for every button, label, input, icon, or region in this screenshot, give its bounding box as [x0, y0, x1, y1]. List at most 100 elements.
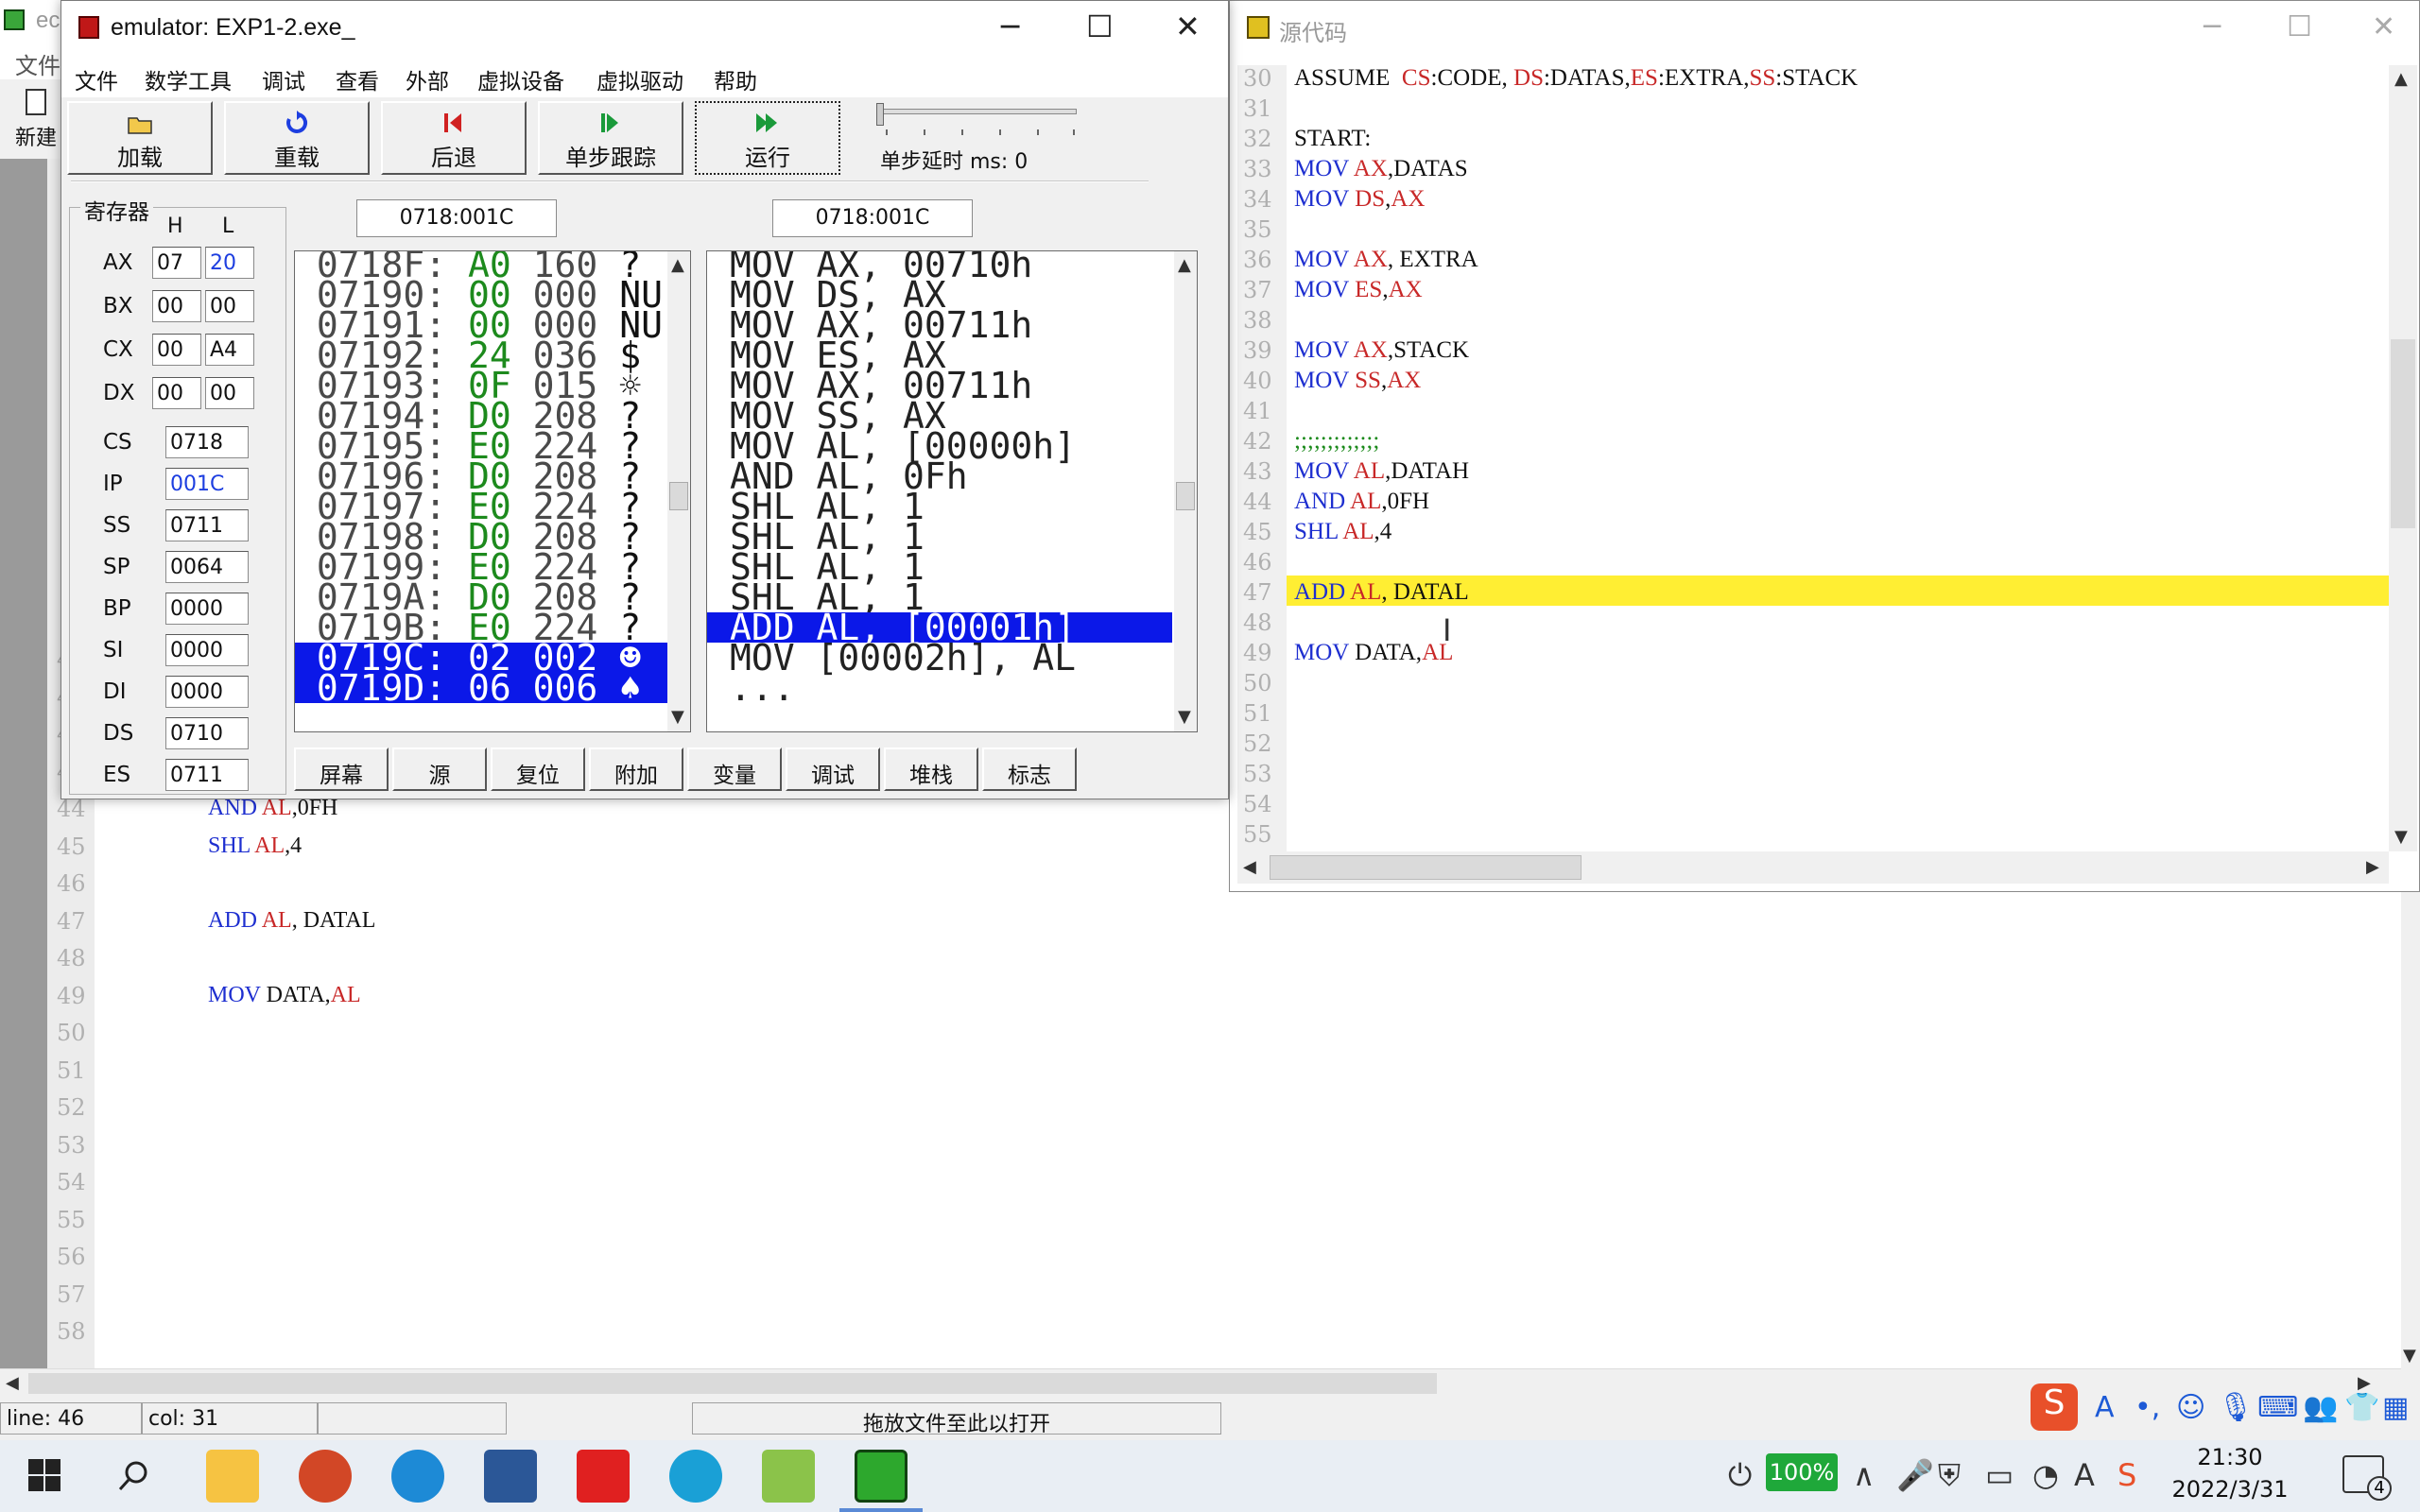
register-ip[interactable]: 001C	[165, 468, 249, 500]
scroll-down-arrow-icon[interactable]: ▼	[2394, 827, 2408, 847]
word-icon[interactable]	[484, 1450, 537, 1503]
memory-row[interactable]: 0719D: 06 006 ♠	[295, 670, 667, 706]
minimize-icon[interactable]: ─	[1001, 9, 1019, 44]
register-sp[interactable]: 0064	[165, 551, 249, 583]
register-si[interactable]: 0000	[165, 634, 249, 666]
power-plug-icon[interactable]: ⏻	[1728, 1457, 1752, 1494]
register-cx-low[interactable]: A4	[205, 334, 254, 366]
menu-view[interactable]: 查看	[336, 63, 379, 95]
register-cs[interactable]: 0718	[165, 426, 249, 458]
notepad-icon[interactable]	[762, 1450, 815, 1503]
disassembly-list[interactable]: MOV AX, 00710h MOV DS, AX MOV AX, 00711h MO…	[706, 250, 1198, 732]
source-button[interactable]: 源	[392, 747, 487, 791]
menu-external[interactable]: 外部	[406, 63, 449, 95]
battery-icon[interactable]: ▭	[1985, 1457, 2014, 1493]
source-title-bar[interactable]	[1230, 1, 2419, 58]
load-button[interactable]: 加载	[67, 101, 213, 175]
microphone-icon[interactable]: 🎤	[1896, 1457, 1934, 1493]
run-button[interactable]: 运行	[695, 101, 840, 175]
search-icon[interactable]	[117, 1459, 151, 1493]
register-dx-high[interactable]: 00	[152, 377, 201, 409]
register-di[interactable]: 0000	[165, 676, 249, 708]
step-delay-slider[interactable]: 单步延时 ms: 0	[867, 103, 1132, 179]
memory-list[interactable]: 0718F: A0 160 ? 07190: 00 000 NU 07191: …	[294, 250, 691, 732]
menu-virtual-drives[interactable]: 虚拟驱动	[596, 63, 683, 95]
source-code-editor[interactable]: 30 ASSUME CS:CODE, DS:DATAS,ES:EXTRA,SS:S…	[1237, 65, 2389, 851]
reload-button[interactable]: 重载	[224, 101, 370, 175]
file-explorer-icon[interactable]	[206, 1450, 259, 1503]
edge-dev-icon[interactable]	[669, 1450, 722, 1503]
maximize-icon[interactable]: ☐	[2287, 10, 2312, 43]
ime-punctuation-icon[interactable]: •,	[2135, 1391, 2160, 1424]
disassembly-row[interactable]: ...	[707, 670, 1172, 706]
vars-button[interactable]: 变量	[687, 747, 782, 791]
menu-debug[interactable]: 调试	[262, 63, 305, 95]
menu-math-tools[interactable]: 数学工具	[145, 63, 232, 95]
clock-time[interactable]: 21:30	[2150, 1444, 2310, 1470]
wifi-icon[interactable]: ◔	[2032, 1457, 2059, 1493]
ime-user-icon[interactable]: 👥	[2303, 1391, 2338, 1424]
ime-language-icon[interactable]: A	[2095, 1391, 2115, 1424]
source-hscroll-thumb[interactable]	[1270, 855, 1582, 880]
scroll-up-arrow-icon[interactable]: ▲	[1178, 255, 1191, 275]
ime-keyboard-icon[interactable]: ⌨	[2257, 1391, 2298, 1424]
menu-virtual-devices[interactable]: 虚拟设备	[477, 63, 564, 95]
register-ax-low[interactable]: 20	[205, 247, 254, 279]
disassembly-scroll-thumb[interactable]	[1176, 482, 1195, 510]
scroll-up-arrow-icon[interactable]: ▲	[2394, 69, 2408, 89]
scroll-down-arrow-icon[interactable]: ▼	[2403, 1346, 2416, 1366]
source-vertical-scrollbar[interactable]: ▲ ▼	[2389, 65, 2417, 851]
register-ds[interactable]: 0710	[165, 717, 249, 749]
debug-button[interactable]: 调试	[786, 747, 880, 791]
menu-help[interactable]: 帮助	[714, 63, 757, 95]
scroll-up-arrow-icon[interactable]: ▲	[671, 255, 684, 275]
single-step-button[interactable]: 单步跟踪	[538, 101, 683, 175]
main-hscroll-thumb[interactable]	[28, 1373, 1437, 1394]
register-bx-high[interactable]: 00	[152, 290, 201, 322]
source-horizontal-scrollbar[interactable]: ◀ ▶	[1237, 851, 2389, 884]
flags-button[interactable]: 标志	[982, 747, 1077, 791]
ime-menu-icon[interactable]: ▦	[2382, 1391, 2409, 1424]
register-dx-low[interactable]: 00	[205, 377, 254, 409]
menu-file[interactable]: 文件	[75, 63, 118, 95]
show-hidden-icons-icon[interactable]: ∧	[1853, 1457, 1875, 1493]
ime-voice-icon[interactable]: 🎙	[2218, 1391, 2254, 1424]
register-es[interactable]: 0711	[165, 759, 249, 791]
ime-skin-icon[interactable]: 👕	[2344, 1391, 2379, 1424]
sogou-tray-icon[interactable]: S	[2118, 1457, 2136, 1493]
maximize-icon[interactable]: ☐	[1086, 9, 1114, 44]
scroll-down-arrow-icon[interactable]: ▼	[671, 707, 684, 727]
edge-icon[interactable]	[391, 1450, 444, 1503]
register-ss[interactable]: 0711	[165, 509, 249, 541]
memory-scroll-thumb[interactable]	[669, 482, 688, 510]
disasm-address-input[interactable]: 0718:001C	[772, 199, 973, 237]
close-icon[interactable]: ✕	[2372, 10, 2395, 43]
windows-start-icon[interactable]	[28, 1459, 60, 1491]
scroll-left-arrow-icon[interactable]: ◀	[1243, 857, 1256, 877]
scroll-down-arrow-icon[interactable]: ▼	[1178, 707, 1191, 727]
source-vscroll-thumb[interactable]	[2391, 339, 2415, 528]
clock-date[interactable]: 2022/3/31	[2140, 1476, 2320, 1503]
slider-track[interactable]	[880, 109, 1077, 114]
ime-emoji-icon[interactable]: ☺	[2176, 1391, 2205, 1424]
slider-thumb[interactable]	[876, 103, 884, 126]
sogou-ime-icon[interactable]: S	[2031, 1383, 2078, 1431]
step-back-button[interactable]: 后退	[381, 101, 527, 175]
battery-indicator[interactable]: 100%	[1766, 1453, 1838, 1491]
notification-center-icon[interactable]: 4	[2342, 1455, 2392, 1501]
mail-app-icon[interactable]	[577, 1450, 630, 1503]
scroll-right-arrow-icon[interactable]: ▶	[2366, 857, 2379, 877]
powerpoint-icon[interactable]	[299, 1450, 352, 1503]
aux-button[interactable]: 附加	[589, 747, 683, 791]
memory-scrollbar[interactable]: ▲ ▼	[667, 251, 690, 731]
disassembly-scrollbar[interactable]: ▲ ▼	[1174, 251, 1197, 731]
register-bx-low[interactable]: 00	[205, 290, 254, 322]
input-language-icon[interactable]: A	[2074, 1457, 2095, 1493]
stack-button[interactable]: 堆栈	[884, 747, 978, 791]
register-bp[interactable]: 0000	[165, 593, 249, 625]
register-ax-high[interactable]: 07	[152, 247, 201, 279]
minimize-icon[interactable]: ─	[2204, 10, 2221, 43]
close-icon[interactable]: ✕	[1175, 9, 1201, 44]
memory-address-input[interactable]: 0718:001C	[356, 199, 557, 237]
scroll-left-arrow-icon[interactable]: ◀	[6, 1373, 19, 1393]
